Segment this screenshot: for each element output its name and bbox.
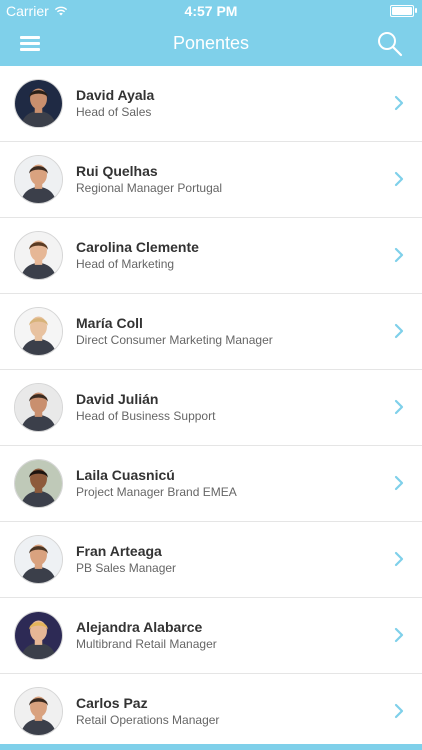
avatar	[14, 535, 63, 584]
speaker-role: Direct Consumer Marketing Manager	[76, 333, 273, 347]
speaker-role: Head of Marketing	[76, 257, 175, 271]
avatar	[14, 383, 63, 432]
speaker-name: David Julián	[76, 391, 159, 407]
avatar	[14, 155, 63, 204]
speaker-name: David Ayala	[76, 87, 155, 103]
speaker-name: Carolina Clemente	[76, 239, 199, 255]
avatar	[14, 79, 63, 128]
chevron-right-icon	[394, 323, 404, 339]
chevron-right-icon	[394, 703, 404, 719]
chevron-right-icon	[394, 627, 404, 643]
speaker-role: Regional Manager Portugal	[76, 181, 223, 195]
app-header: Carrier 4:57 PM Ponentes	[0, 0, 422, 66]
status-bar: Carrier 4:57 PM	[0, 0, 422, 22]
avatar	[14, 307, 63, 356]
avatar	[14, 459, 63, 508]
speaker-name: Fran Arteaga	[76, 543, 162, 559]
speaker-role: Project Manager Brand EMEA	[76, 485, 237, 499]
speaker-list: David Ayala Head of Sales Rui Quelhas Regio…	[0, 66, 422, 750]
speaker-row[interactable]: Carlos Paz Retail Operations Manager	[0, 674, 422, 750]
speaker-name: María Coll	[76, 315, 143, 331]
status-time: 4:57 PM	[184, 3, 238, 19]
speaker-row[interactable]: David Julián Head of Business Support	[0, 370, 422, 446]
speaker-row[interactable]: María Coll Direct Consumer Marketing Mana…	[0, 294, 422, 370]
speaker-row[interactable]: David Ayala Head of Sales	[0, 66, 422, 142]
footer-accent-bar	[0, 744, 422, 750]
speaker-row[interactable]: Rui Quelhas Regional Manager Portugal	[0, 142, 422, 218]
battery-icon	[390, 5, 417, 17]
speaker-role: PB Sales Manager	[76, 561, 177, 575]
chevron-right-icon	[394, 247, 404, 263]
page-title: Ponentes	[172, 33, 250, 53]
speaker-name: Rui Quelhas	[76, 163, 158, 179]
speaker-role: Head of Sales	[76, 105, 152, 119]
navigation-bar: Ponentes	[0, 22, 422, 66]
chevron-right-icon	[394, 171, 404, 187]
speaker-role: Retail Operations Manager	[76, 713, 220, 727]
avatar	[14, 611, 63, 660]
speaker-name: Laila Cuasnicú	[76, 467, 175, 483]
speaker-row[interactable]: Laila Cuasnicú Project Manager Brand EMEA	[0, 446, 422, 522]
speaker-role: Multibrand Retail Manager	[76, 637, 217, 651]
speaker-name: Carlos Paz	[76, 695, 148, 711]
speaker-name: Alejandra Alabarce	[76, 619, 203, 635]
speaker-row[interactable]: Fran Arteaga PB Sales Manager	[0, 522, 422, 598]
chevron-right-icon	[394, 399, 404, 415]
chevron-right-icon	[394, 475, 404, 491]
avatar	[14, 687, 63, 736]
avatar	[14, 231, 63, 280]
chevron-right-icon	[394, 95, 404, 111]
search-icon[interactable]	[376, 30, 404, 58]
speaker-role: Head of Business Support	[76, 409, 216, 423]
speaker-row[interactable]: Alejandra Alabarce Multibrand Retail Mana…	[0, 598, 422, 674]
speaker-row[interactable]: Carolina Clemente Head of Marketing	[0, 218, 422, 294]
chevron-right-icon	[394, 551, 404, 567]
